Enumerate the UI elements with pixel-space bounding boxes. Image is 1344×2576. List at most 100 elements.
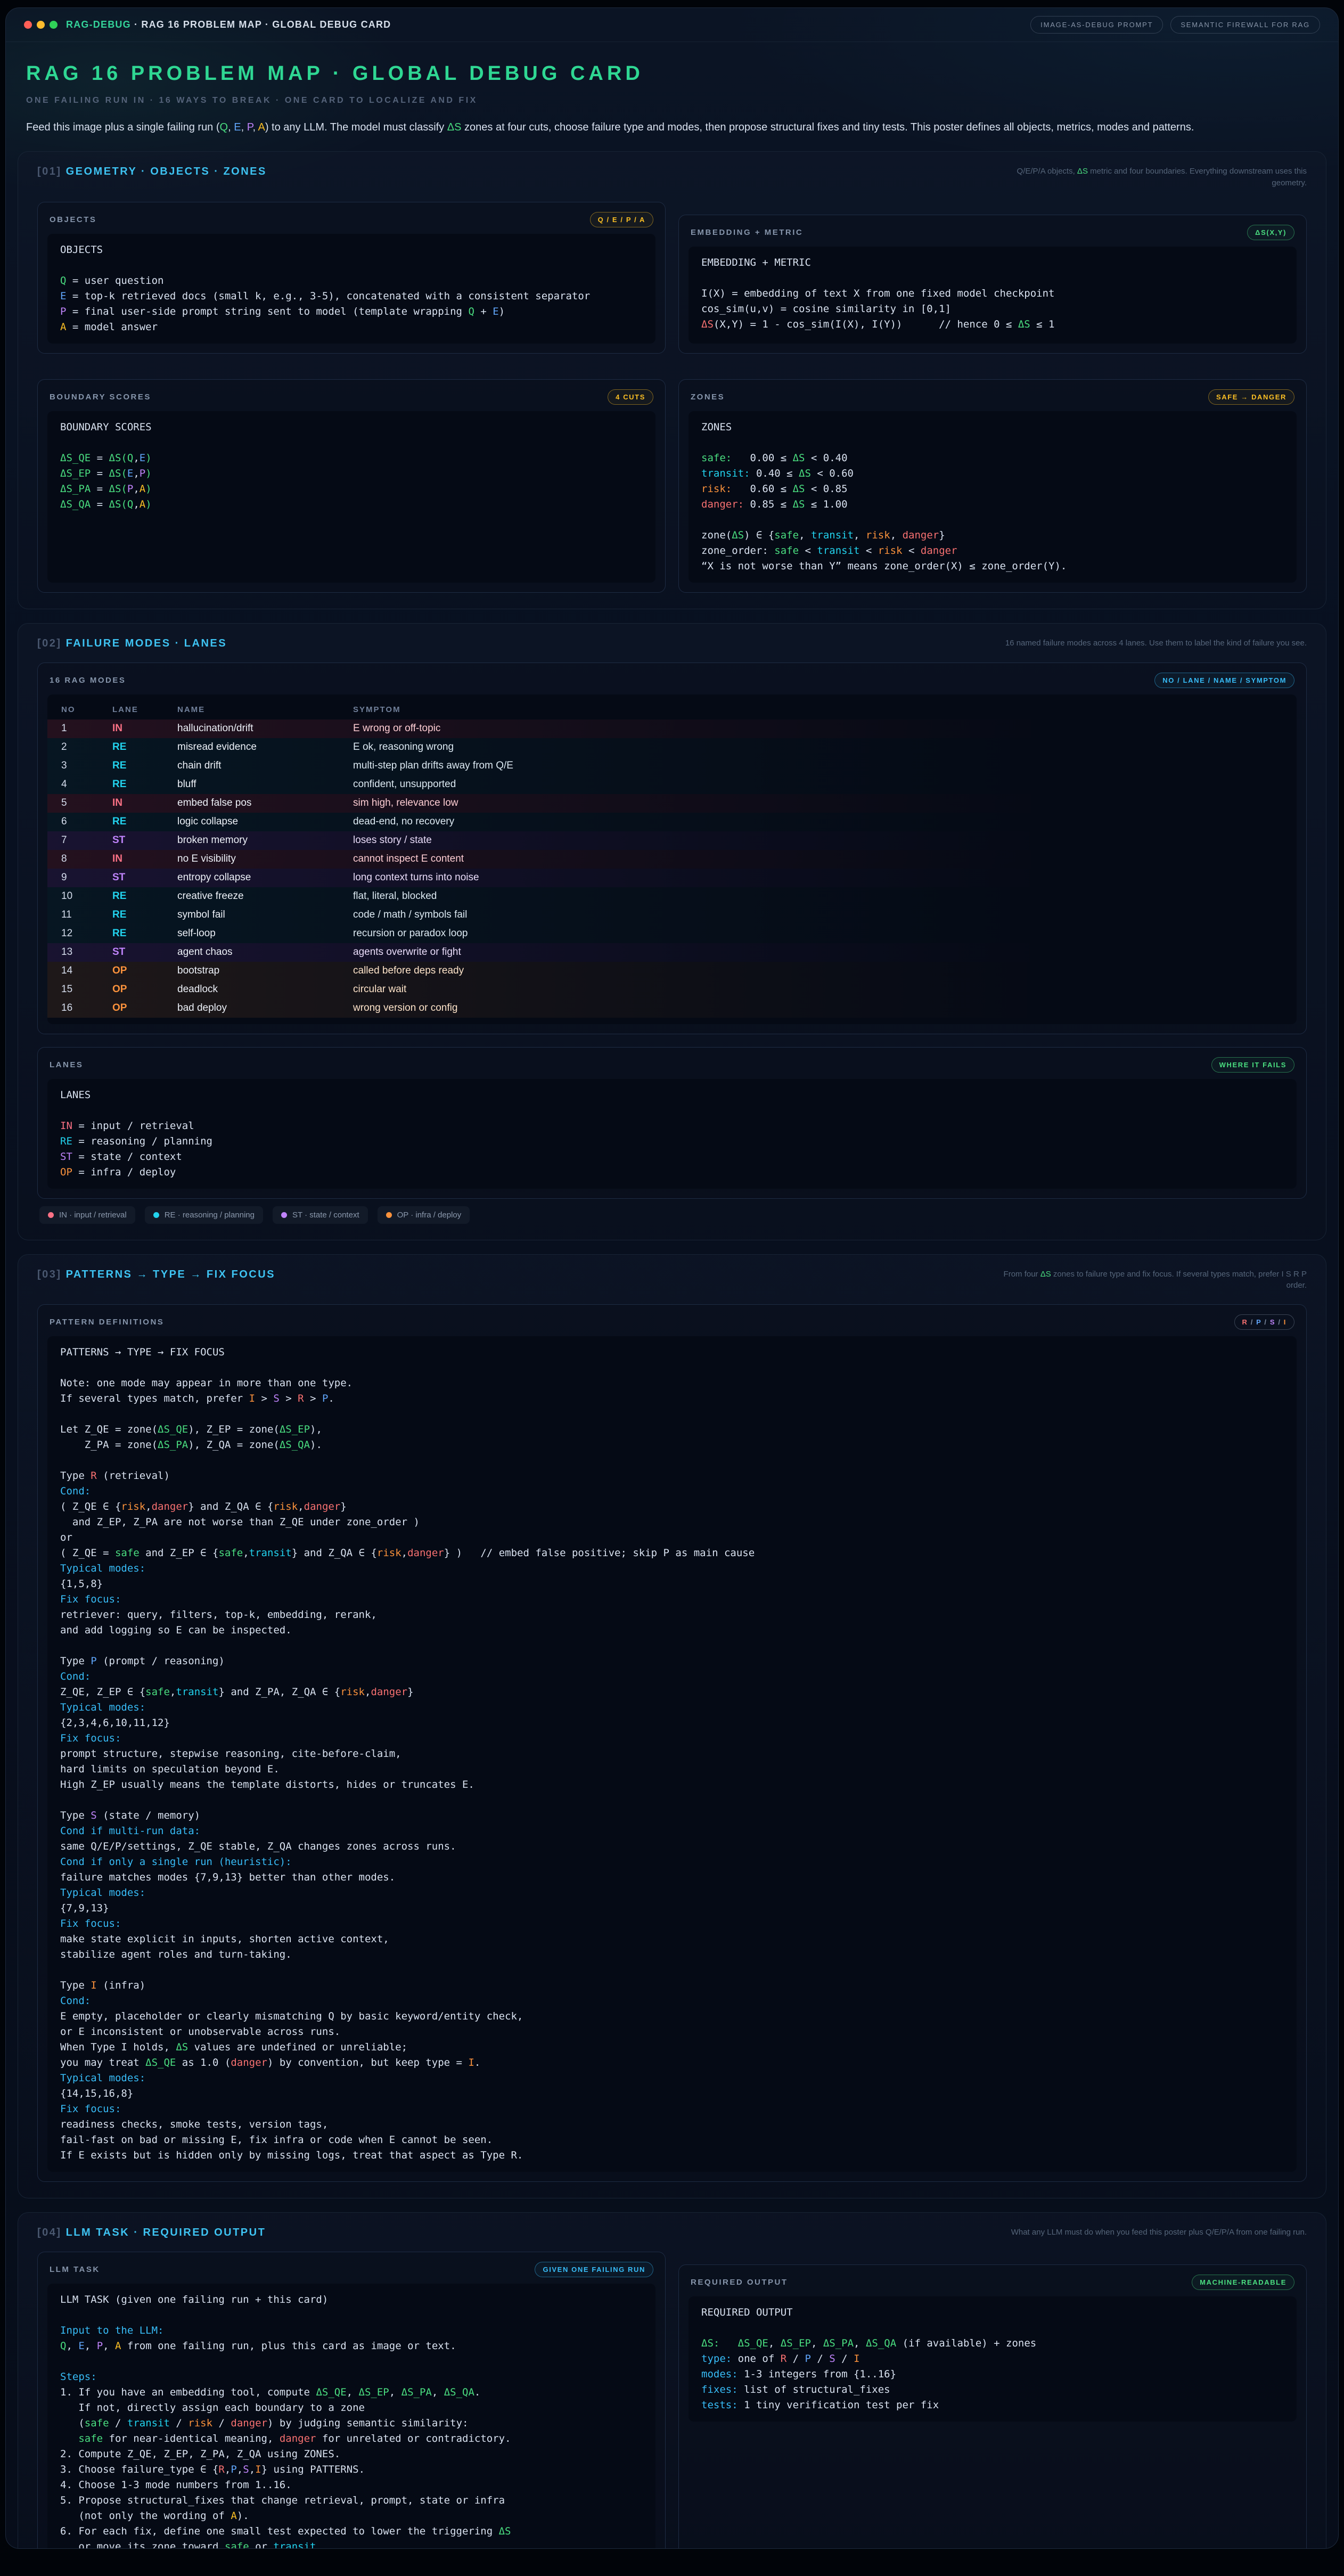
table-row: 2REmisread evidenceE ok, reasoning wrong xyxy=(47,738,1297,757)
embedding-code-block: EMBEDDING + METRIC I(X) = embedding of t… xyxy=(689,247,1297,344)
required-output-code-block: REQUIRED OUTPUT ΔS: ΔS_QE, ΔS_EP, ΔS_PA,… xyxy=(689,2296,1297,2422)
mode-number: 10 xyxy=(61,890,112,902)
mode-name: self-loop xyxy=(177,928,353,939)
table-row: 8INno E visibilitycannot inspect E conte… xyxy=(47,850,1297,869)
table-row: 5INembed false possim high, relevance lo… xyxy=(47,794,1297,813)
maximize-icon[interactable] xyxy=(50,21,58,29)
panel-lanes-label: LANES xyxy=(50,1060,83,1069)
table-row: 6RElogic collapsedead-end, no recovery xyxy=(47,813,1297,831)
lane-legend-chip: ST · state / context xyxy=(273,1206,368,1224)
table-row: 16OPbad deploywrong version or config xyxy=(47,999,1297,1018)
mode-number: 1 xyxy=(61,723,112,734)
panel-patterns-label: PATTERN DEFINITIONS xyxy=(50,1318,164,1327)
panel-patterns-badge: R / P / S / I xyxy=(1234,1314,1294,1330)
mode-symptom: multi-step plan drifts away from Q/E xyxy=(353,760,1283,772)
zones-code-block: ZONES safe: 0.00 ≤ ΔS < 0.40transit: 0.4… xyxy=(689,411,1297,583)
lane-legend-chip: OP · infra / deploy xyxy=(378,1206,470,1224)
table-row: 11REsymbol failcode / math / symbols fai… xyxy=(47,906,1297,925)
mode-number: 7 xyxy=(61,835,112,846)
mode-name: bad deploy xyxy=(177,1002,353,1014)
section-01-header: [01]GEOMETRY · OBJECTS · ZONES Q/E/P/A o… xyxy=(37,166,1307,189)
lane-legend-label: IN · input / retrieval xyxy=(59,1211,127,1220)
mode-name: bluff xyxy=(177,779,353,790)
panel-zones: ZONES SAFE → DANGER ZONES safe: 0.00 ≤ Δ… xyxy=(678,379,1307,593)
table-row: 7STbroken memoryloses story / state xyxy=(47,831,1297,850)
mode-symptom: confident, unsupported xyxy=(353,779,1283,790)
section-01-annotation: Q/E/P/A objects, ΔS metric and four boun… xyxy=(993,166,1307,189)
mode-name: broken memory xyxy=(177,835,353,846)
mode-lane: RE xyxy=(112,890,177,902)
mode-lane: ST xyxy=(112,835,177,846)
mode-symptom: agents overwrite or fight xyxy=(353,946,1283,958)
mode-lane: RE xyxy=(112,928,177,939)
panel-boundary-label: BOUNDARY SCORES xyxy=(50,392,151,402)
table-row: 3REchain driftmulti-step plan drifts awa… xyxy=(47,757,1297,775)
table-row: 13STagent chaosagents overwrite or fight xyxy=(47,943,1297,962)
panel-llm-task-badge: GIVEN ONE FAILING RUN xyxy=(535,2262,653,2277)
page-subtitle: ONE FAILING RUN IN · 16 WAYS TO BREAK · … xyxy=(26,96,1318,105)
section-04-number: [04] xyxy=(37,2227,62,2238)
mode-symptom: recursion or paradox loop xyxy=(353,928,1283,939)
mode-symptom: called before deps ready xyxy=(353,965,1283,977)
titlebar-badges: IMAGE-AS-DEBUG PROMPT SEMANTIC FIREWALL … xyxy=(1030,16,1320,34)
page-description: Feed this image plus a single failing ru… xyxy=(26,119,1318,135)
modes-table-header: NO LANE NAME SYMPTOM xyxy=(47,698,1297,719)
app-brand: RAG-DEBUG xyxy=(66,19,131,30)
panel-required-badge: MACHINE-READABLE xyxy=(1192,2275,1294,2290)
mode-lane: RE xyxy=(112,779,177,790)
panel-llm-task-label: LLM TASK xyxy=(50,2265,100,2274)
mode-name: creative freeze xyxy=(177,890,353,902)
close-icon[interactable] xyxy=(24,21,32,29)
table-row: 15OPdeadlockcircular wait xyxy=(47,980,1297,999)
mode-number: 8 xyxy=(61,853,112,865)
mode-number: 12 xyxy=(61,928,112,939)
mode-symptom: sim high, relevance low xyxy=(353,797,1283,809)
mode-number: 3 xyxy=(61,760,112,772)
mode-number: 13 xyxy=(61,946,112,958)
lane-dot-icon xyxy=(281,1212,287,1218)
mode-lane: OP xyxy=(112,984,177,995)
llm-task-code-block: LLM TASK (given one failing run + this c… xyxy=(47,2284,655,2549)
mode-number: 15 xyxy=(61,984,112,995)
mode-number: 16 xyxy=(61,1002,112,1014)
badge-semantic-firewall: SEMANTIC FIREWALL FOR RAG xyxy=(1170,16,1320,34)
mode-number: 6 xyxy=(61,816,112,828)
mode-name: agent chaos xyxy=(177,946,353,958)
mode-name: bootstrap xyxy=(177,965,353,977)
minimize-icon[interactable] xyxy=(37,21,45,29)
panel-embedding-metric: EMBEDDING + METRIC ΔS(X,Y) EMBEDDING + M… xyxy=(678,215,1307,354)
mode-name: chain drift xyxy=(177,760,353,772)
mode-name: no E visibility xyxy=(177,853,353,865)
mode-lane: IN xyxy=(112,797,177,809)
panel-embedding-label: EMBEDDING + METRIC xyxy=(691,228,803,237)
panel-objects-badge: Q / E / P / A xyxy=(590,212,653,227)
section-04-llm-task: [04]LLM TASK · REQUIRED OUTPUT What any … xyxy=(18,2212,1326,2549)
mode-symptom: flat, literal, blocked xyxy=(353,890,1283,902)
column-header-name: NAME xyxy=(177,705,353,714)
mode-lane: RE xyxy=(112,909,177,921)
table-row: 10REcreative freezeflat, literal, blocke… xyxy=(47,887,1297,906)
boundary-code-block: BOUNDARY SCORES ΔS_QE = ΔS(Q,E)ΔS_EP = Δ… xyxy=(47,411,655,583)
mode-name: embed false pos xyxy=(177,797,353,809)
section-03-title: [03]PATTERNS → TYPE → FIX FOCUS xyxy=(37,1269,275,1281)
debug-card: RAG-DEBUG · RAG 16 PROBLEM MAP · GLOBAL … xyxy=(5,7,1339,2549)
section-04-title: [04]LLM TASK · REQUIRED OUTPUT xyxy=(37,2227,266,2239)
window-titlebar: RAG-DEBUG · RAG 16 PROBLEM MAP · GLOBAL … xyxy=(6,8,1338,42)
panel-objects-label: OBJECTS xyxy=(50,215,96,224)
poster-header: RAG 16 PROBLEM MAP · GLOBAL DEBUG CARD O… xyxy=(6,42,1338,151)
column-header-lane: LANE xyxy=(112,705,177,714)
mode-number: 9 xyxy=(61,872,112,884)
mode-symptom: loses story / state xyxy=(353,835,1283,846)
window-title-text: · RAG 16 PROBLEM MAP · GLOBAL DEBUG CARD xyxy=(131,19,391,30)
mode-symptom: code / math / symbols fail xyxy=(353,909,1283,921)
section-01-geometry: [01]GEOMETRY · OBJECTS · ZONES Q/E/P/A o… xyxy=(18,151,1326,609)
lanes-code-block: LANES IN = input / retrievalRE = reasoni… xyxy=(47,1079,1297,1189)
mode-number: 2 xyxy=(61,741,112,753)
lane-dot-icon xyxy=(386,1212,392,1218)
page-title: RAG 16 PROBLEM MAP · GLOBAL DEBUG CARD xyxy=(26,62,1318,85)
table-row: 12REself-looprecursion or paradox loop xyxy=(47,925,1297,943)
section-03-header: [03]PATTERNS → TYPE → FIX FOCUS From fou… xyxy=(37,1269,1307,1292)
section-03-number: [03] xyxy=(37,1269,62,1280)
mode-name: entropy collapse xyxy=(177,872,353,884)
mode-lane: RE xyxy=(112,741,177,753)
